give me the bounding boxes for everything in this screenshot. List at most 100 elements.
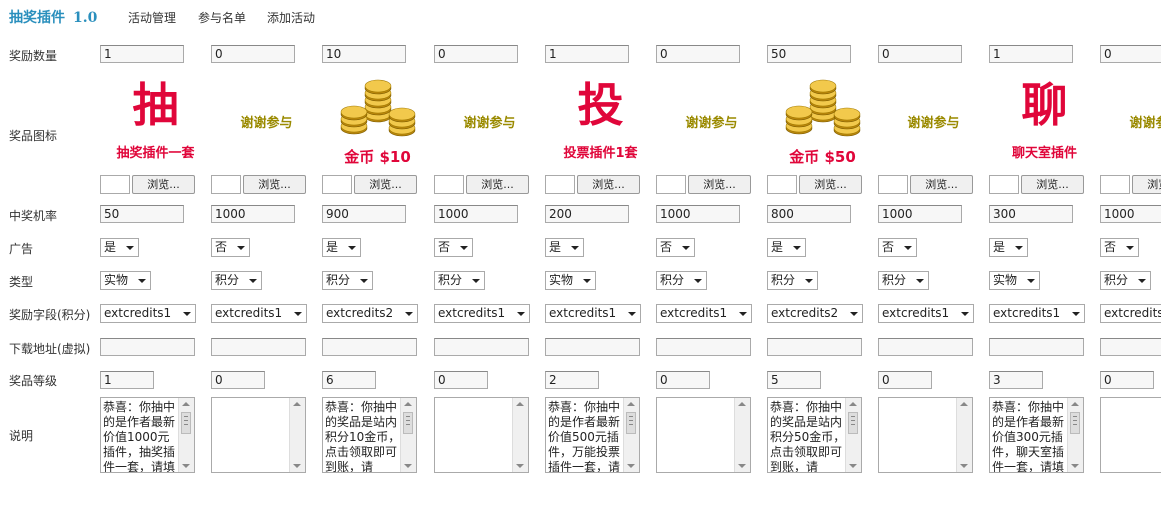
probability-input[interactable]: [767, 205, 851, 223]
ad-select[interactable]: 是: [767, 238, 806, 257]
textarea-scrollbar[interactable]: [845, 398, 861, 472]
nav-activity-manage[interactable]: 活动管理: [128, 9, 176, 26]
ad-select[interactable]: 是: [545, 238, 584, 257]
probability-input[interactable]: [434, 205, 518, 223]
file-path-input[interactable]: [767, 175, 797, 194]
ad-select[interactable]: 否: [434, 238, 473, 257]
field-select[interactable]: extcredits1: [656, 304, 752, 323]
browse-button[interactable]: 浏览...: [910, 175, 973, 194]
field-select[interactable]: extcredits1: [989, 304, 1085, 323]
type-select[interactable]: 积分: [1100, 271, 1151, 290]
file-path-input[interactable]: [1100, 175, 1130, 194]
textarea-scrollbar[interactable]: [178, 398, 194, 472]
download-url-input[interactable]: [322, 338, 417, 356]
download-url-input[interactable]: [100, 338, 195, 356]
prize-level-input[interactable]: [545, 371, 599, 389]
textarea-scrollbar[interactable]: [1067, 398, 1083, 472]
probability-input[interactable]: [989, 205, 1073, 223]
prize-level-input[interactable]: [434, 371, 488, 389]
download-url-input[interactable]: [1100, 338, 1161, 356]
prize-count-input[interactable]: [434, 45, 518, 63]
scroll-thumb[interactable]: [1070, 412, 1080, 434]
description-textarea[interactable]: 恭喜：你抽中的奖品是站内积分50金币，点击领取即可到账，请: [767, 397, 862, 473]
description-textarea[interactable]: 恭喜：你抽中的是作者最新价值1000元插件，抽奖插件一套，请填: [100, 397, 195, 473]
prize-level-input[interactable]: [878, 371, 932, 389]
download-url-input[interactable]: [656, 338, 751, 356]
textarea-scrollbar[interactable]: [734, 398, 750, 472]
file-path-input[interactable]: [211, 175, 241, 194]
prize-count-input[interactable]: [322, 45, 406, 63]
description-textarea[interactable]: [1100, 397, 1161, 473]
scroll-thumb[interactable]: [181, 412, 191, 434]
field-select[interactable]: extcredits1: [434, 304, 530, 323]
prize-level-input[interactable]: [1100, 371, 1154, 389]
prize-level-input[interactable]: [656, 371, 710, 389]
file-path-input[interactable]: [989, 175, 1019, 194]
scroll-thumb[interactable]: [848, 412, 858, 434]
probability-input[interactable]: [545, 205, 629, 223]
browse-button[interactable]: 浏览...: [1021, 175, 1084, 194]
prize-count-input[interactable]: [767, 45, 851, 63]
description-textarea[interactable]: 恭喜：你抽中的奖品是站内积分10金币，点击领取即可到账，请: [322, 397, 417, 473]
description-textarea[interactable]: [211, 397, 306, 473]
ad-select[interactable]: 否: [1100, 238, 1139, 257]
prize-count-input[interactable]: [989, 45, 1073, 63]
prize-count-input[interactable]: [656, 45, 740, 63]
prize-count-input[interactable]: [878, 45, 962, 63]
prize-count-input[interactable]: [1100, 45, 1161, 63]
ad-select[interactable]: 是: [322, 238, 361, 257]
scroll-thumb[interactable]: [626, 412, 636, 434]
prize-level-input[interactable]: [767, 371, 821, 389]
file-path-input[interactable]: [545, 175, 575, 194]
type-select[interactable]: 积分: [322, 271, 373, 290]
field-select[interactable]: extcredits2: [322, 304, 418, 323]
textarea-scrollbar[interactable]: [623, 398, 639, 472]
type-select[interactable]: 积分: [434, 271, 485, 290]
download-url-input[interactable]: [878, 338, 973, 356]
probability-input[interactable]: [1100, 205, 1161, 223]
browse-button[interactable]: 浏览...: [799, 175, 862, 194]
ad-select[interactable]: 是: [989, 238, 1028, 257]
prize-count-input[interactable]: [100, 45, 184, 63]
description-textarea[interactable]: [878, 397, 973, 473]
download-url-input[interactable]: [211, 338, 306, 356]
textarea-scrollbar[interactable]: [512, 398, 528, 472]
field-select[interactable]: extcredits1: [545, 304, 641, 323]
field-select[interactable]: extcredits1: [1100, 304, 1161, 323]
file-path-input[interactable]: [434, 175, 464, 194]
ad-select[interactable]: 否: [211, 238, 250, 257]
textarea-scrollbar[interactable]: [289, 398, 305, 472]
ad-select[interactable]: 否: [878, 238, 917, 257]
probability-input[interactable]: [322, 205, 406, 223]
browse-button[interactable]: 浏览...: [466, 175, 529, 194]
probability-input[interactable]: [211, 205, 295, 223]
nav-add-activity[interactable]: 添加活动: [267, 9, 315, 26]
download-url-input[interactable]: [989, 338, 1084, 356]
probability-input[interactable]: [100, 205, 184, 223]
type-select[interactable]: 实物: [545, 271, 596, 290]
description-textarea[interactable]: [434, 397, 529, 473]
prize-count-input[interactable]: [545, 45, 629, 63]
field-select[interactable]: extcredits1: [878, 304, 974, 323]
scroll-thumb[interactable]: [403, 412, 413, 434]
field-select[interactable]: extcredits2: [767, 304, 863, 323]
browse-button[interactable]: 浏览...: [577, 175, 640, 194]
description-textarea[interactable]: [656, 397, 751, 473]
file-path-input[interactable]: [100, 175, 130, 194]
download-url-input[interactable]: [434, 338, 529, 356]
probability-input[interactable]: [656, 205, 740, 223]
description-textarea[interactable]: 恭喜：你抽中的是作者最新价值300元插件，聊天室插件一套，请填: [989, 397, 1084, 473]
prize-count-input[interactable]: [211, 45, 295, 63]
field-select[interactable]: extcredits1: [211, 304, 307, 323]
field-select[interactable]: extcredits1: [100, 304, 196, 323]
browse-button[interactable]: 浏览...: [688, 175, 751, 194]
probability-input[interactable]: [878, 205, 962, 223]
type-select[interactable]: 积分: [878, 271, 929, 290]
ad-select[interactable]: 是: [100, 238, 139, 257]
type-select[interactable]: 积分: [767, 271, 818, 290]
prize-level-input[interactable]: [100, 371, 154, 389]
file-path-input[interactable]: [878, 175, 908, 194]
file-path-input[interactable]: [322, 175, 352, 194]
prize-level-input[interactable]: [211, 371, 265, 389]
browse-button[interactable]: 浏览...: [132, 175, 195, 194]
